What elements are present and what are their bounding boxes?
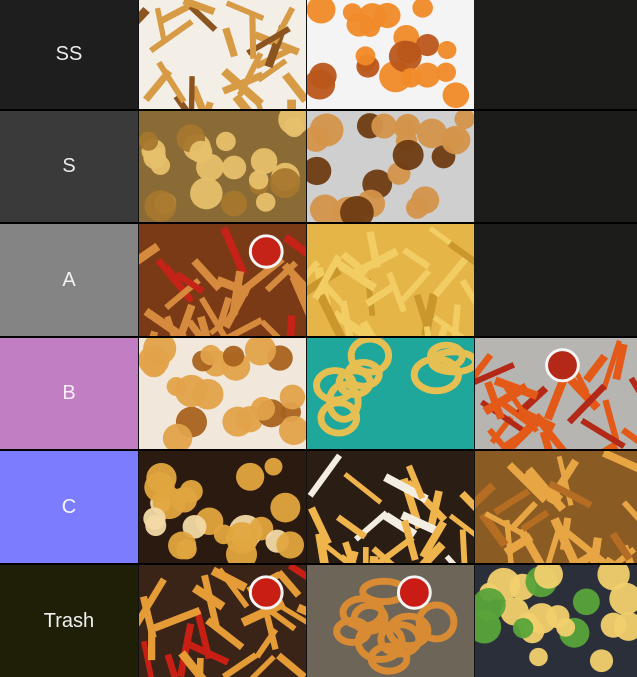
thick-cut-fries-image [139, 565, 306, 677]
tier-items-c [138, 451, 637, 563]
tater-tots-image [139, 338, 306, 449]
waffle-fries-image [307, 0, 474, 109]
tier-item-shoestring-fries[interactable] [138, 0, 306, 109]
tier-label-s[interactable]: S [0, 111, 138, 222]
sweet-potato-fries-image [475, 338, 637, 449]
curly-fries-image [307, 565, 474, 677]
tier-item-potato-wedges[interactable] [138, 224, 306, 336]
tier-item-thick-cut-fries[interactable] [138, 565, 306, 677]
potato-wedges-image [139, 224, 306, 336]
steak-fries-image [307, 451, 474, 563]
tier-item-curly-fries[interactable] [306, 565, 474, 677]
tier-items-s [138, 111, 637, 222]
chips-image [139, 451, 306, 563]
fish-and-chips-image [475, 565, 637, 677]
tier-item-spiral-potatoes[interactable] [306, 338, 474, 449]
tier-item-smiley-fries[interactable] [306, 111, 474, 222]
tier-item-steak-fries[interactable] [306, 451, 474, 563]
tier-items-trash [138, 565, 637, 677]
tier-item-fish-and-chips[interactable] [474, 565, 637, 677]
tier-item-crinkle-cut-fries[interactable] [474, 451, 637, 563]
tier-item-chips[interactable] [138, 451, 306, 563]
shoestring-fries-image [139, 0, 306, 109]
tier-item-sweet-potato-fries[interactable] [474, 338, 637, 449]
tier-item-waffle-fries[interactable] [306, 0, 474, 109]
tier-label-b[interactable]: B [0, 338, 138, 449]
tier-label-a[interactable]: A [0, 224, 138, 336]
smiley-fries-image [307, 111, 474, 222]
tier-label-c[interactable]: C [0, 451, 138, 563]
tier-label-ss[interactable]: SS [0, 0, 138, 109]
tier-row-a: A [0, 224, 637, 338]
tier-row-b: B [0, 338, 637, 451]
spiral-potatoes-image [307, 338, 474, 449]
tier-row-trash: Trash [0, 565, 637, 677]
tier-row-s: S [0, 111, 637, 224]
tier-list: SS S A B C Trash [0, 0, 637, 677]
tier-item-roasted-potatoes[interactable] [138, 111, 306, 222]
tier-row-ss: SS [0, 0, 637, 111]
french-fries-image [307, 224, 474, 336]
tier-items-ss [138, 0, 637, 109]
tier-items-b [138, 338, 637, 449]
tier-item-french-fries[interactable] [306, 224, 474, 336]
tier-label-trash[interactable]: Trash [0, 565, 138, 677]
tier-item-tater-tots[interactable] [138, 338, 306, 449]
roasted-potatoes-image [139, 111, 306, 222]
tier-items-a [138, 224, 637, 336]
tier-row-c: C [0, 451, 637, 565]
crinkle-cut-fries-image [475, 451, 637, 563]
